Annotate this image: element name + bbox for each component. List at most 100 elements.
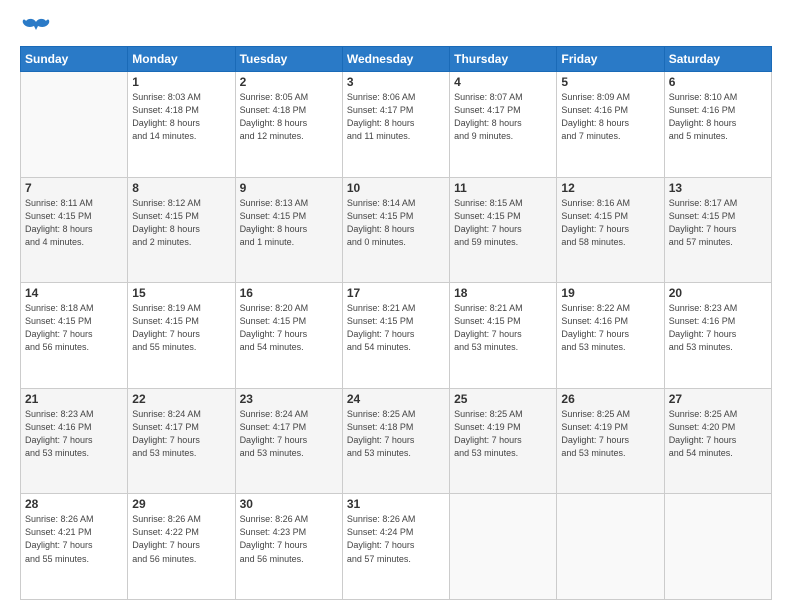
day-number: 1 [132,75,230,89]
day-info: Sunrise: 8:24 AM Sunset: 4:17 PM Dayligh… [240,408,338,460]
calendar-cell: 3 Sunrise: 8:06 AM Sunset: 4:17 PM Daylig… [342,72,449,178]
calendar-week-row: 28 Sunrise: 8:26 AM Sunset: 4:21 PM Dayli… [21,494,772,600]
calendar-cell: 26 Sunrise: 8:25 AM Sunset: 4:19 PM Dayli… [557,388,664,494]
day-number: 22 [132,392,230,406]
calendar-cell: 30Sunrise: 8:26 AM Sunset: 4:23 PM Dayli… [235,494,342,600]
calendar-week-row: 14 Sunrise: 8:18 AM Sunset: 4:15 PM Dayli… [21,283,772,389]
day-info: Sunrise: 8:20 AM Sunset: 4:15 PM Dayligh… [240,302,338,354]
weekday-header-monday: Monday [128,47,235,72]
day-number: 10 [347,181,445,195]
day-info: Sunrise: 8:22 AM Sunset: 4:16 PM Dayligh… [561,302,659,354]
day-number: 31 [347,497,445,511]
calendar-cell: 25Sunrise: 8:25 AM Sunset: 4:19 PM Dayli… [450,388,557,494]
calendar-cell: 20Sunrise: 8:23 AM Sunset: 4:16 PM Dayli… [664,283,771,389]
weekday-header-wednesday: Wednesday [342,47,449,72]
calendar-cell: 4 Sunrise: 8:07 AM Sunset: 4:17 PM Daylig… [450,72,557,178]
day-number: 24 [347,392,445,406]
calendar-cell: 10Sunrise: 8:14 AM Sunset: 4:15 PM Dayli… [342,177,449,283]
day-info: Sunrise: 8:06 AM Sunset: 4:17 PM Dayligh… [347,91,445,143]
day-number: 6 [669,75,767,89]
day-number: 21 [25,392,123,406]
calendar-cell: 7 Sunrise: 8:11 AM Sunset: 4:15 PM Daylig… [21,177,128,283]
day-number: 23 [240,392,338,406]
calendar-cell [21,72,128,178]
day-info: Sunrise: 8:05 AM Sunset: 4:18 PM Dayligh… [240,91,338,143]
calendar-cell: 18 Sunrise: 8:21 AM Sunset: 4:15 PM Dayli… [450,283,557,389]
day-number: 14 [25,286,123,300]
day-info: Sunrise: 8:17 AM Sunset: 4:15 PM Dayligh… [669,197,767,249]
header [20,18,772,36]
day-info: Sunrise: 8:13 AM Sunset: 4:15 PM Dayligh… [240,197,338,249]
calendar-cell: 8 Sunrise: 8:12 AM Sunset: 4:15 PM Daylig… [128,177,235,283]
day-number: 27 [669,392,767,406]
calendar-cell: 11 Sunrise: 8:15 AM Sunset: 4:15 PM Dayli… [450,177,557,283]
day-number: 4 [454,75,552,89]
day-info: Sunrise: 8:25 AM Sunset: 4:19 PM Dayligh… [561,408,659,460]
day-number: 17 [347,286,445,300]
weekday-header-tuesday: Tuesday [235,47,342,72]
day-number: 13 [669,181,767,195]
day-number: 11 [454,181,552,195]
calendar-week-row: 1 Sunrise: 8:03 AM Sunset: 4:18 PM Daylig… [21,72,772,178]
day-info: Sunrise: 8:11 AM Sunset: 4:15 PM Dayligh… [25,197,123,249]
calendar-cell: 12 Sunrise: 8:16 AM Sunset: 4:15 PM Dayli… [557,177,664,283]
day-info: Sunrise: 8:26 AM Sunset: 4:24 PM Dayligh… [347,513,445,565]
calendar-table: SundayMondayTuesdayWednesdayThursdayFrid… [20,46,772,600]
calendar-cell: 16Sunrise: 8:20 AM Sunset: 4:15 PM Dayli… [235,283,342,389]
day-info: Sunrise: 8:25 AM Sunset: 4:20 PM Dayligh… [669,408,767,460]
day-info: Sunrise: 8:03 AM Sunset: 4:18 PM Dayligh… [132,91,230,143]
day-info: Sunrise: 8:25 AM Sunset: 4:19 PM Dayligh… [454,408,552,460]
day-info: Sunrise: 8:19 AM Sunset: 4:15 PM Dayligh… [132,302,230,354]
day-info: Sunrise: 8:26 AM Sunset: 4:22 PM Dayligh… [132,513,230,565]
day-info: Sunrise: 8:26 AM Sunset: 4:23 PM Dayligh… [240,513,338,565]
calendar-week-row: 7 Sunrise: 8:11 AM Sunset: 4:15 PM Daylig… [21,177,772,283]
calendar-cell: 31 Sunrise: 8:26 AM Sunset: 4:24 PM Dayli… [342,494,449,600]
calendar-cell: 27 Sunrise: 8:25 AM Sunset: 4:20 PM Dayli… [664,388,771,494]
calendar-cell [557,494,664,600]
day-number: 2 [240,75,338,89]
day-number: 7 [25,181,123,195]
day-number: 26 [561,392,659,406]
day-info: Sunrise: 8:18 AM Sunset: 4:15 PM Dayligh… [25,302,123,354]
calendar-cell: 21 Sunrise: 8:23 AM Sunset: 4:16 PM Dayli… [21,388,128,494]
day-number: 20 [669,286,767,300]
day-info: Sunrise: 8:16 AM Sunset: 4:15 PM Dayligh… [561,197,659,249]
calendar-cell: 24Sunrise: 8:25 AM Sunset: 4:18 PM Dayli… [342,388,449,494]
calendar-cell: 1 Sunrise: 8:03 AM Sunset: 4:18 PM Daylig… [128,72,235,178]
day-info: Sunrise: 8:26 AM Sunset: 4:21 PM Dayligh… [25,513,123,565]
day-number: 28 [25,497,123,511]
day-info: Sunrise: 8:23 AM Sunset: 4:16 PM Dayligh… [25,408,123,460]
day-info: Sunrise: 8:21 AM Sunset: 4:15 PM Dayligh… [347,302,445,354]
day-number: 3 [347,75,445,89]
calendar-cell [450,494,557,600]
day-info: Sunrise: 8:24 AM Sunset: 4:17 PM Dayligh… [132,408,230,460]
calendar-cell: 6 Sunrise: 8:10 AM Sunset: 4:16 PM Daylig… [664,72,771,178]
logo-bird-icon [22,18,50,40]
day-info: Sunrise: 8:09 AM Sunset: 4:16 PM Dayligh… [561,91,659,143]
day-info: Sunrise: 8:15 AM Sunset: 4:15 PM Dayligh… [454,197,552,249]
day-info: Sunrise: 8:07 AM Sunset: 4:17 PM Dayligh… [454,91,552,143]
calendar-cell: 23 Sunrise: 8:24 AM Sunset: 4:17 PM Dayli… [235,388,342,494]
day-number: 29 [132,497,230,511]
day-number: 15 [132,286,230,300]
day-info: Sunrise: 8:10 AM Sunset: 4:16 PM Dayligh… [669,91,767,143]
calendar-week-row: 21 Sunrise: 8:23 AM Sunset: 4:16 PM Dayli… [21,388,772,494]
weekday-header-row: SundayMondayTuesdayWednesdayThursdayFrid… [21,47,772,72]
day-number: 5 [561,75,659,89]
calendar-cell: 15 Sunrise: 8:19 AM Sunset: 4:15 PM Dayli… [128,283,235,389]
weekday-header-saturday: Saturday [664,47,771,72]
calendar-cell: 29 Sunrise: 8:26 AM Sunset: 4:22 PM Dayli… [128,494,235,600]
calendar-cell: 5 Sunrise: 8:09 AM Sunset: 4:16 PM Daylig… [557,72,664,178]
calendar-cell: 14 Sunrise: 8:18 AM Sunset: 4:15 PM Dayli… [21,283,128,389]
calendar-cell: 22 Sunrise: 8:24 AM Sunset: 4:17 PM Dayli… [128,388,235,494]
calendar-cell: 17 Sunrise: 8:21 AM Sunset: 4:15 PM Dayli… [342,283,449,389]
day-info: Sunrise: 8:12 AM Sunset: 4:15 PM Dayligh… [132,197,230,249]
day-info: Sunrise: 8:21 AM Sunset: 4:15 PM Dayligh… [454,302,552,354]
day-number: 12 [561,181,659,195]
day-number: 9 [240,181,338,195]
weekday-header-thursday: Thursday [450,47,557,72]
day-number: 8 [132,181,230,195]
weekday-header-friday: Friday [557,47,664,72]
day-number: 19 [561,286,659,300]
day-number: 18 [454,286,552,300]
